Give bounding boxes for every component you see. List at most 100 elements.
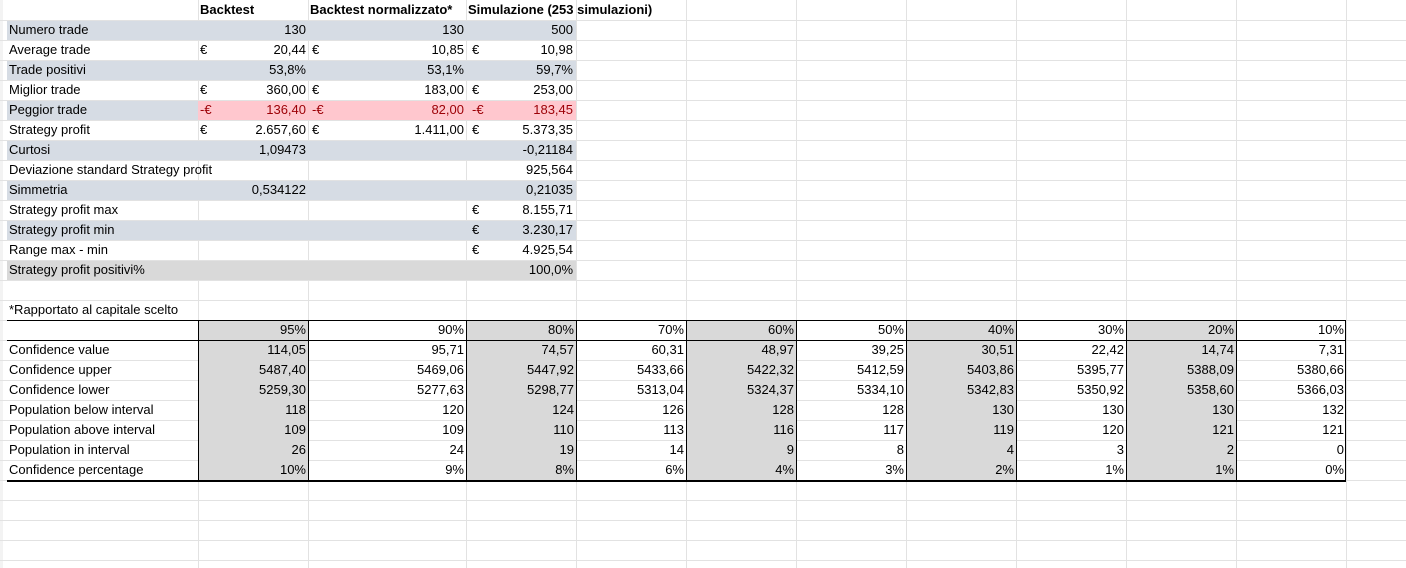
confidence-level-header[interactable]: 50% (796, 320, 904, 340)
confidence-value-cell[interactable]: 119 (906, 420, 1014, 440)
confidence-row-label[interactable]: Confidence upper (9, 360, 197, 380)
summary-label[interactable]: Deviazione standard Strategy profit (9, 160, 309, 180)
backtest-value[interactable]: 360,00 (198, 80, 306, 100)
confidence-value-cell[interactable]: 5342,83 (906, 380, 1014, 400)
confidence-row-label[interactable]: Population above interval (9, 420, 197, 440)
confidence-value-cell[interactable]: 5313,04 (576, 380, 684, 400)
confidence-value-cell[interactable]: 120 (1016, 420, 1124, 440)
confidence-level-header[interactable]: 40% (906, 320, 1014, 340)
confidence-value-cell[interactable]: 5388,09 (1126, 360, 1234, 380)
simulation-value[interactable]: 0,21035 (466, 180, 573, 200)
confidence-value-cell[interactable]: 5334,10 (796, 380, 904, 400)
simulation-value[interactable]: 100,0% (466, 260, 573, 280)
backtest-value[interactable]: 20,44 (198, 40, 306, 60)
confidence-value-cell[interactable]: 5433,66 (576, 360, 684, 380)
backtest-value[interactable]: 0,534122 (198, 180, 306, 200)
confidence-level-header[interactable]: 30% (1016, 320, 1124, 340)
confidence-value-cell[interactable]: 95,71 (308, 340, 464, 360)
confidence-level-header[interactable]: 10% (1236, 320, 1344, 340)
summary-label[interactable]: Range max - min (9, 240, 309, 260)
confidence-value-cell[interactable]: 60,31 (576, 340, 684, 360)
simulation-value[interactable]: 3.230,17 (466, 220, 573, 240)
normalized-value[interactable]: 1.411,00 (308, 120, 464, 140)
confidence-value-cell[interactable]: 118 (198, 400, 306, 420)
simulation-value[interactable]: 8.155,71 (466, 200, 573, 220)
normalized-value[interactable]: 183,00 (308, 80, 464, 100)
confidence-value-cell[interactable]: 130 (906, 400, 1014, 420)
confidence-value-cell[interactable]: 124 (466, 400, 574, 420)
confidence-level-header[interactable]: 95% (198, 320, 306, 340)
confidence-value-cell[interactable]: 5412,59 (796, 360, 904, 380)
confidence-value-cell[interactable]: 5380,66 (1236, 360, 1344, 380)
confidence-value-cell[interactable]: 10% (198, 460, 306, 480)
confidence-value-cell[interactable]: 5358,60 (1126, 380, 1234, 400)
backtest-value[interactable]: 2.657,60 (198, 120, 306, 140)
confidence-value-cell[interactable]: 109 (198, 420, 306, 440)
confidence-value-cell[interactable]: 109 (308, 420, 464, 440)
normalized-value[interactable]: 82,00 (308, 100, 464, 120)
confidence-value-cell[interactable]: 5298,77 (466, 380, 574, 400)
confidence-value-cell[interactable]: 5447,92 (466, 360, 574, 380)
confidence-value-cell[interactable]: 9 (686, 440, 794, 460)
header-backtest[interactable]: Backtest (200, 0, 308, 20)
confidence-value-cell[interactable]: 14 (576, 440, 684, 460)
confidence-value-cell[interactable]: 5350,92 (1016, 380, 1124, 400)
spreadsheet-grid[interactable]: Backtest Backtest normalizzato* Simulazion… (0, 0, 1406, 568)
confidence-level-header[interactable]: 90% (308, 320, 464, 340)
confidence-value-cell[interactable]: 114,05 (198, 340, 306, 360)
simulation-value[interactable]: 500 (466, 20, 573, 40)
backtest-value[interactable]: 130 (198, 20, 306, 40)
confidence-value-cell[interactable]: 1% (1126, 460, 1234, 480)
confidence-value-cell[interactable]: 5366,03 (1236, 380, 1344, 400)
simulation-value[interactable]: 4.925,54 (466, 240, 573, 260)
header-simulation[interactable]: Simulazione (253 simulazioni) (468, 0, 668, 20)
confidence-value-cell[interactable]: 5395,77 (1016, 360, 1124, 380)
confidence-value-cell[interactable]: 3% (796, 460, 904, 480)
summary-label[interactable]: Strategy profit positivi% (9, 260, 309, 280)
simulation-value[interactable]: 5.373,35 (466, 120, 573, 140)
confidence-value-cell[interactable]: 121 (1126, 420, 1234, 440)
confidence-value-cell[interactable]: 5403,86 (906, 360, 1014, 380)
confidence-value-cell[interactable]: 113 (576, 420, 684, 440)
confidence-row-label[interactable]: Population below interval (9, 400, 197, 420)
confidence-value-cell[interactable]: 132 (1236, 400, 1344, 420)
simulation-value[interactable]: -0,21184 (466, 140, 573, 160)
confidence-value-cell[interactable]: 74,57 (466, 340, 574, 360)
simulation-value[interactable]: 10,98 (466, 40, 573, 60)
backtest-value[interactable]: 136,40 (198, 100, 306, 120)
confidence-value-cell[interactable]: 4 (906, 440, 1014, 460)
confidence-value-cell[interactable]: 128 (796, 400, 904, 420)
confidence-value-cell[interactable]: 5422,32 (686, 360, 794, 380)
summary-label[interactable]: Strategy profit min (9, 220, 309, 240)
confidence-value-cell[interactable]: 30,51 (906, 340, 1014, 360)
confidence-value-cell[interactable]: 1% (1016, 460, 1124, 480)
confidence-value-cell[interactable]: 5487,40 (198, 360, 306, 380)
confidence-value-cell[interactable]: 2 (1126, 440, 1234, 460)
simulation-value[interactable]: 59,7% (466, 60, 573, 80)
confidence-value-cell[interactable]: 5469,06 (308, 360, 464, 380)
normalized-value[interactable]: 10,85 (308, 40, 464, 60)
header-backtest-normalized[interactable]: Backtest normalizzato* (310, 0, 466, 20)
confidence-value-cell[interactable]: 5259,30 (198, 380, 306, 400)
confidence-value-cell[interactable]: 24 (308, 440, 464, 460)
confidence-value-cell[interactable]: 26 (198, 440, 306, 460)
confidence-value-cell[interactable]: 5277,63 (308, 380, 464, 400)
confidence-value-cell[interactable]: 14,74 (1126, 340, 1234, 360)
normalized-value[interactable]: 130 (308, 20, 464, 40)
confidence-value-cell[interactable]: 7,31 (1236, 340, 1344, 360)
confidence-value-cell[interactable]: 117 (796, 420, 904, 440)
confidence-value-cell[interactable]: 130 (1126, 400, 1234, 420)
confidence-value-cell[interactable]: 8% (466, 460, 574, 480)
confidence-value-cell[interactable]: 0 (1236, 440, 1344, 460)
confidence-level-header[interactable]: 20% (1126, 320, 1234, 340)
confidence-value-cell[interactable]: 126 (576, 400, 684, 420)
confidence-value-cell[interactable]: 130 (1016, 400, 1124, 420)
simulation-value[interactable]: 253,00 (466, 80, 573, 100)
confidence-level-header[interactable]: 60% (686, 320, 794, 340)
confidence-level-header[interactable]: 80% (466, 320, 574, 340)
confidence-value-cell[interactable]: 19 (466, 440, 574, 460)
confidence-row-label[interactable]: Confidence value (9, 340, 197, 360)
confidence-value-cell[interactable]: 120 (308, 400, 464, 420)
confidence-value-cell[interactable]: 8 (796, 440, 904, 460)
confidence-row-label[interactable]: Population in interval (9, 440, 197, 460)
